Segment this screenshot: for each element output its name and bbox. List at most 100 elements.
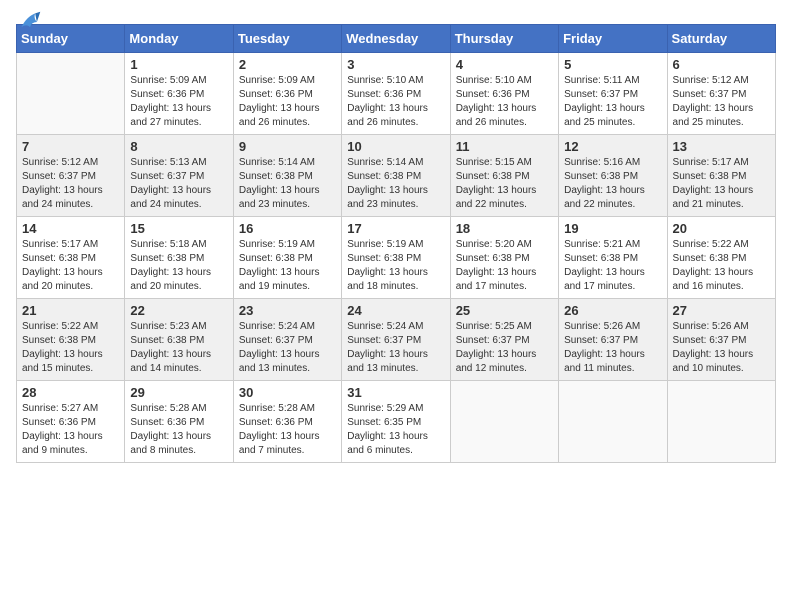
day-number: 21 — [22, 303, 119, 318]
day-info: Sunrise: 5:10 AMSunset: 6:36 PMDaylight:… — [347, 74, 444, 130]
logo-bird-icon — [18, 10, 42, 34]
day-number: 23 — [239, 303, 336, 318]
calendar-cell — [667, 381, 775, 463]
calendar-cell: 22 Sunrise: 5:23 AMSunset: 6:38 PMDayligh… — [125, 299, 233, 381]
calendar-cell — [559, 381, 667, 463]
day-info: Sunrise: 5:28 AMSunset: 6:36 PMDaylight:… — [239, 402, 336, 458]
calendar-cell: 17 Sunrise: 5:19 AMSunset: 6:38 PMDayligh… — [342, 217, 450, 299]
day-number: 13 — [673, 139, 770, 154]
day-number: 16 — [239, 221, 336, 236]
calendar-cell: 18 Sunrise: 5:20 AMSunset: 6:38 PMDayligh… — [450, 217, 558, 299]
day-number: 10 — [347, 139, 444, 154]
day-number: 3 — [347, 57, 444, 72]
day-number: 30 — [239, 385, 336, 400]
day-info: Sunrise: 5:09 AMSunset: 6:36 PMDaylight:… — [130, 74, 227, 130]
day-number: 22 — [130, 303, 227, 318]
calendar-cell: 1 Sunrise: 5:09 AMSunset: 6:36 PMDaylight… — [125, 53, 233, 135]
day-number: 26 — [564, 303, 661, 318]
day-info: Sunrise: 5:22 AMSunset: 6:38 PMDaylight:… — [22, 320, 119, 376]
calendar-cell: 25 Sunrise: 5:25 AMSunset: 6:37 PMDayligh… — [450, 299, 558, 381]
day-info: Sunrise: 5:29 AMSunset: 6:35 PMDaylight:… — [347, 402, 444, 458]
day-number: 9 — [239, 139, 336, 154]
day-info: Sunrise: 5:21 AMSunset: 6:38 PMDaylight:… — [564, 238, 661, 294]
day-number: 31 — [347, 385, 444, 400]
day-info: Sunrise: 5:24 AMSunset: 6:37 PMDaylight:… — [347, 320, 444, 376]
day-info: Sunrise: 5:15 AMSunset: 6:38 PMDaylight:… — [456, 156, 553, 212]
day-info: Sunrise: 5:22 AMSunset: 6:38 PMDaylight:… — [673, 238, 770, 294]
calendar-cell: 23 Sunrise: 5:24 AMSunset: 6:37 PMDayligh… — [233, 299, 341, 381]
calendar-table: SundayMondayTuesdayWednesdayThursdayFrid… — [16, 24, 776, 463]
day-number: 20 — [673, 221, 770, 236]
calendar-cell: 5 Sunrise: 5:11 AMSunset: 6:37 PMDaylight… — [559, 53, 667, 135]
calendar-cell: 4Sunrise: 5:10 AMSunset: 6:36 PMDaylight… — [450, 53, 558, 135]
day-number: 29 — [130, 385, 227, 400]
day-number: 8 — [130, 139, 227, 154]
calendar-cell: 3 Sunrise: 5:10 AMSunset: 6:36 PMDaylight… — [342, 53, 450, 135]
day-info: Sunrise: 5:13 AMSunset: 6:37 PMDaylight:… — [130, 156, 227, 212]
calendar-cell: 24 Sunrise: 5:24 AMSunset: 6:37 PMDayligh… — [342, 299, 450, 381]
calendar-cell: 8 Sunrise: 5:13 AMSunset: 6:37 PMDaylight… — [125, 135, 233, 217]
day-info: Sunrise: 5:09 AMSunset: 6:36 PMDaylight:… — [239, 74, 336, 130]
day-number: 19 — [564, 221, 661, 236]
day-info: Sunrise: 5:18 AMSunset: 6:38 PMDaylight:… — [130, 238, 227, 294]
day-info: Sunrise: 5:26 AMSunset: 6:37 PMDaylight:… — [564, 320, 661, 376]
day-number: 11 — [456, 139, 553, 154]
calendar-header-row: SundayMondayTuesdayWednesdayThursdayFrid… — [17, 25, 776, 53]
calendar-cell: 13 Sunrise: 5:17 AMSunset: 6:38 PMDayligh… — [667, 135, 775, 217]
day-number: 4 — [456, 57, 553, 72]
calendar-cell: 10 Sunrise: 5:14 AMSunset: 6:38 PMDayligh… — [342, 135, 450, 217]
day-info: Sunrise: 5:25 AMSunset: 6:37 PMDaylight:… — [456, 320, 553, 376]
day-number: 18 — [456, 221, 553, 236]
calendar-cell: 26 Sunrise: 5:26 AMSunset: 6:37 PMDayligh… — [559, 299, 667, 381]
day-number: 28 — [22, 385, 119, 400]
day-info: Sunrise: 5:12 AMSunset: 6:37 PMDaylight:… — [673, 74, 770, 130]
calendar-cell: 2 Sunrise: 5:09 AMSunset: 6:36 PMDaylight… — [233, 53, 341, 135]
calendar-cell: 11 Sunrise: 5:15 AMSunset: 6:38 PMDayligh… — [450, 135, 558, 217]
day-number: 25 — [456, 303, 553, 318]
calendar-cell: 12 Sunrise: 5:16 AMSunset: 6:38 PMDayligh… — [559, 135, 667, 217]
day-info: Sunrise: 5:27 AMSunset: 6:36 PMDaylight:… — [22, 402, 119, 458]
calendar-cell: 15Sunrise: 5:18 AMSunset: 6:38 PMDayligh… — [125, 217, 233, 299]
calendar-cell: 27Sunrise: 5:26 AMSunset: 6:37 PMDayligh… — [667, 299, 775, 381]
calendar-cell: 21 Sunrise: 5:22 AMSunset: 6:38 PMDayligh… — [17, 299, 125, 381]
calendar-cell: 31 Sunrise: 5:29 AMSunset: 6:35 PMDayligh… — [342, 381, 450, 463]
calendar-cell: 20 Sunrise: 5:22 AMSunset: 6:38 PMDayligh… — [667, 217, 775, 299]
calendar-cell: 14Sunrise: 5:17 AMSunset: 6:38 PMDayligh… — [17, 217, 125, 299]
day-number: 24 — [347, 303, 444, 318]
calendar-header-friday: Friday — [559, 25, 667, 53]
day-number: 2 — [239, 57, 336, 72]
day-info: Sunrise: 5:26 AMSunset: 6:37 PMDaylight:… — [673, 320, 770, 376]
calendar-header-saturday: Saturday — [667, 25, 775, 53]
calendar-cell: 6Sunrise: 5:12 AMSunset: 6:37 PMDaylight… — [667, 53, 775, 135]
day-info: Sunrise: 5:17 AMSunset: 6:38 PMDaylight:… — [673, 156, 770, 212]
day-info: Sunrise: 5:19 AMSunset: 6:38 PMDaylight:… — [347, 238, 444, 294]
day-info: Sunrise: 5:14 AMSunset: 6:38 PMDaylight:… — [347, 156, 444, 212]
calendar-cell: 29 Sunrise: 5:28 AMSunset: 6:36 PMDayligh… — [125, 381, 233, 463]
day-info: Sunrise: 5:24 AMSunset: 6:37 PMDaylight:… — [239, 320, 336, 376]
calendar-cell — [17, 53, 125, 135]
day-info: Sunrise: 5:20 AMSunset: 6:38 PMDaylight:… — [456, 238, 553, 294]
day-info: Sunrise: 5:17 AMSunset: 6:38 PMDaylight:… — [22, 238, 119, 294]
day-number: 1 — [130, 57, 227, 72]
day-number: 12 — [564, 139, 661, 154]
calendar-week-row: 7Sunrise: 5:12 AMSunset: 6:37 PMDaylight… — [17, 135, 776, 217]
day-info: Sunrise: 5:12 AMSunset: 6:37 PMDaylight:… — [22, 156, 119, 212]
calendar-header-thursday: Thursday — [450, 25, 558, 53]
calendar-cell — [450, 381, 558, 463]
day-info: Sunrise: 5:28 AMSunset: 6:36 PMDaylight:… — [130, 402, 227, 458]
day-info: Sunrise: 5:23 AMSunset: 6:38 PMDaylight:… — [130, 320, 227, 376]
day-info: Sunrise: 5:14 AMSunset: 6:38 PMDaylight:… — [239, 156, 336, 212]
calendar-week-row: 1 Sunrise: 5:09 AMSunset: 6:36 PMDaylight… — [17, 53, 776, 135]
calendar-week-row: 21 Sunrise: 5:22 AMSunset: 6:38 PMDayligh… — [17, 299, 776, 381]
calendar-cell: 9 Sunrise: 5:14 AMSunset: 6:38 PMDaylight… — [233, 135, 341, 217]
calendar-header-wednesday: Wednesday — [342, 25, 450, 53]
calendar-cell: 19 Sunrise: 5:21 AMSunset: 6:38 PMDayligh… — [559, 217, 667, 299]
calendar-header-monday: Monday — [125, 25, 233, 53]
day-info: Sunrise: 5:19 AMSunset: 6:38 PMDaylight:… — [239, 238, 336, 294]
day-number: 5 — [564, 57, 661, 72]
calendar-cell: 28 Sunrise: 5:27 AMSunset: 6:36 PMDayligh… — [17, 381, 125, 463]
day-info: Sunrise: 5:16 AMSunset: 6:38 PMDaylight:… — [564, 156, 661, 212]
calendar-cell: 7Sunrise: 5:12 AMSunset: 6:37 PMDaylight… — [17, 135, 125, 217]
day-number: 17 — [347, 221, 444, 236]
day-info: Sunrise: 5:11 AMSunset: 6:37 PMDaylight:… — [564, 74, 661, 130]
